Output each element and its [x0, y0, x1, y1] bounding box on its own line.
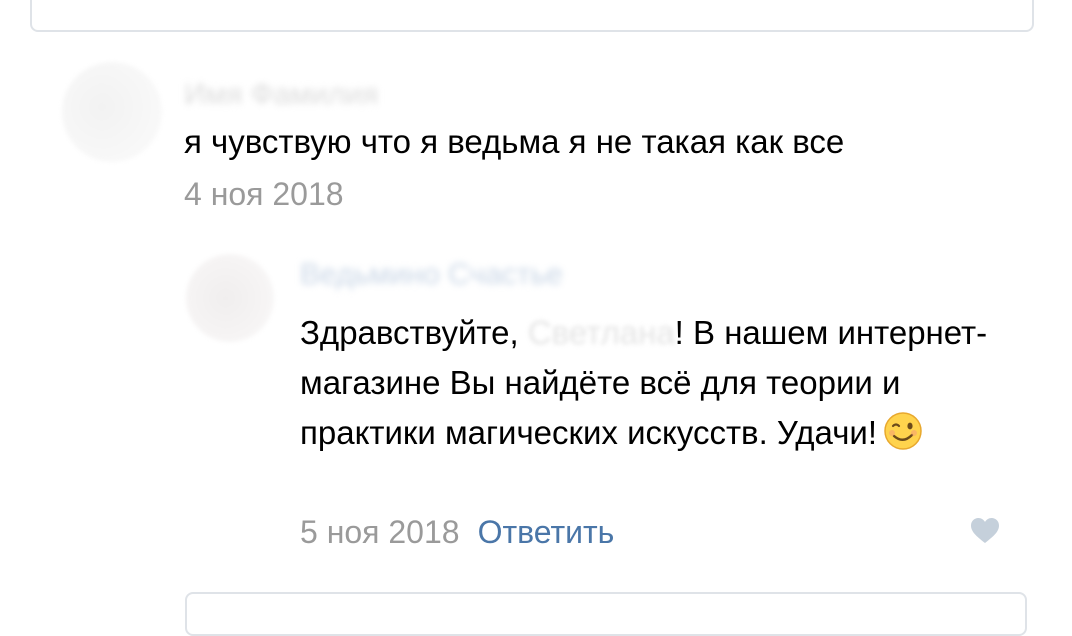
previous-input-box [30, 0, 1034, 32]
reply-button[interactable]: Ответить [478, 514, 615, 550]
heart-icon[interactable] [970, 517, 1000, 544]
reply-avatar[interactable] [186, 254, 274, 342]
reply-author-name[interactable]: Ведьмино Счастье [300, 258, 563, 292]
comment-text: я чувствую что я ведьма я не такая как в… [184, 123, 845, 160]
comment-date[interactable]: 4 ноя 2018 [184, 176, 344, 213]
addressee-name[interactable]: Светлана [528, 314, 675, 351]
comment-author-name[interactable]: Имя Фамилия [184, 78, 378, 112]
winking-face-icon [883, 411, 923, 451]
reply-text: Здравствуйте, Светлана! В нашем интернет… [300, 308, 1020, 458]
reply-text-greeting: Здравствуйте, [300, 314, 528, 351]
reply-meta: 5 ноя 2018 Ответить [300, 512, 614, 552]
avatar[interactable] [62, 62, 162, 162]
reply-input-box[interactable] [185, 592, 1027, 636]
reply-date[interactable]: 5 ноя 2018 [300, 514, 460, 550]
